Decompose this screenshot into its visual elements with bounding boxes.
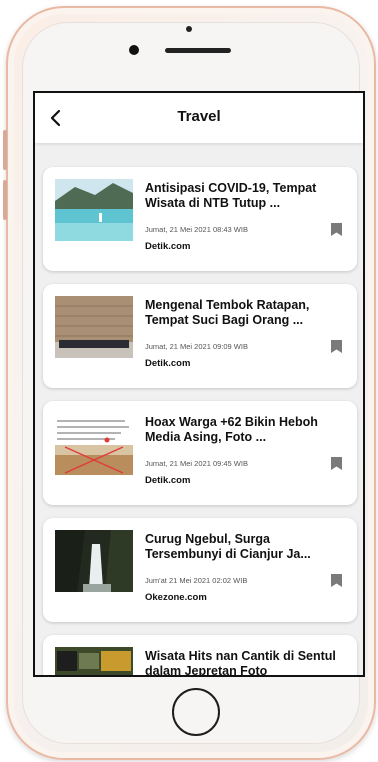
app-bar: Travel xyxy=(35,93,363,143)
home-button[interactable] xyxy=(172,688,220,736)
app-screen: Travel Antisipasi COVID-19, Tempat Wisat… xyxy=(33,91,365,677)
article-card[interactable]: Antisipasi COVID-19, Tempat Wisata di NT… xyxy=(43,167,357,271)
sensor-dot xyxy=(186,26,192,32)
bookmark-icon[interactable] xyxy=(331,574,342,587)
article-date: Jum'at 21 Mei 2021 02:02 WIB xyxy=(145,576,248,585)
article-source: Detik.com xyxy=(145,358,191,369)
article-card[interactable]: Wisata Hits nan Cantik di Sentul dalam J… xyxy=(43,635,357,677)
hoax-photo xyxy=(55,413,133,475)
article-title: Curug Ngebul, Surga Tersembunyi di Cianj… xyxy=(145,532,311,561)
bookmark-icon[interactable] xyxy=(331,340,342,353)
wall-photo xyxy=(55,296,133,358)
article-source: Detik.com xyxy=(145,241,191,252)
article-title: Antisipasi COVID-19, Tempat Wisata di NT… xyxy=(145,181,317,210)
article-title: Hoax Warga +62 Bikin Heboh Media Asing, … xyxy=(145,415,318,444)
article-date: Jumat, 21 Mei 2021 09:45 WIB xyxy=(145,459,248,468)
article-title: Wisata Hits nan Cantik di Sentul dalam J… xyxy=(145,649,336,677)
article-card[interactable]: Mengenal Tembok Ratapan, Tempat Suci Bag… xyxy=(43,284,357,388)
article-source: Detik.com xyxy=(145,475,191,486)
beach-photo xyxy=(55,179,133,241)
volume-button xyxy=(3,180,7,220)
article-source: Okezone.com xyxy=(145,592,207,603)
article-title: Mengenal Tembok Ratapan, Tempat Suci Bag… xyxy=(145,298,310,327)
bookmark-icon[interactable] xyxy=(331,223,342,236)
article-date: Jumat, 21 Mei 2021 08:43 WIB xyxy=(145,225,248,234)
front-camera xyxy=(129,45,139,55)
article-card[interactable]: Hoax Warga +62 Bikin Heboh Media Asing, … xyxy=(43,401,357,505)
sign-photo xyxy=(55,647,133,675)
article-card[interactable]: Curug Ngebul, Surga Tersembunyi di Cianj… xyxy=(43,518,357,622)
article-date: Jumat, 21 Mei 2021 09:09 WIB xyxy=(145,342,248,351)
page-title: Travel xyxy=(177,108,221,125)
speaker-grille xyxy=(165,48,231,53)
bookmark-icon[interactable] xyxy=(331,457,342,470)
volume-button xyxy=(3,130,7,170)
waterfall-photo xyxy=(55,530,133,592)
